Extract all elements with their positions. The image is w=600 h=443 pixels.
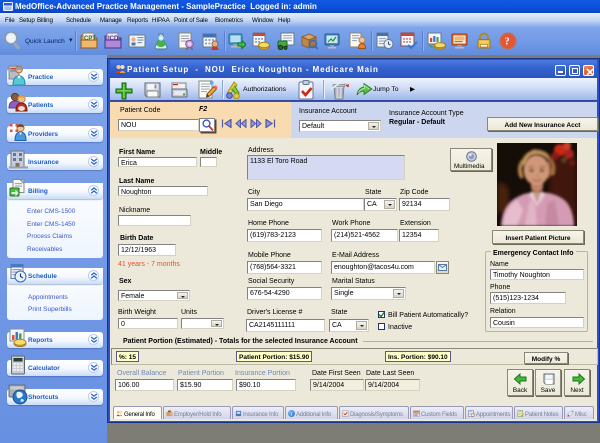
svg-text:i: i — [291, 411, 293, 416]
svg-text:?: ? — [505, 37, 510, 48]
